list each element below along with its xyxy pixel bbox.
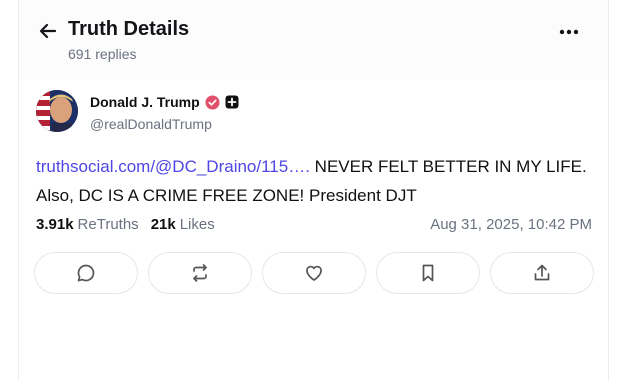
author-handle[interactable]: @realDonaldTrump xyxy=(90,116,212,132)
post-timestamp: Aug 31, 2025, 10:42 PM xyxy=(430,216,592,233)
author-display-name[interactable]: Donald J. Trump xyxy=(90,94,200,110)
bookmark-icon xyxy=(422,264,434,282)
heart-icon xyxy=(306,265,322,281)
share-button[interactable] xyxy=(490,252,594,294)
likes-count: 21k xyxy=(150,216,176,233)
likes-label: Likes xyxy=(179,216,215,233)
plus-badge-icon xyxy=(225,95,239,109)
arrow-left-icon xyxy=(39,23,57,39)
likes-stat[interactable]: 21k Likes xyxy=(151,216,215,233)
like-button[interactable] xyxy=(262,252,366,294)
verified-badge-icon xyxy=(205,95,220,109)
post-body: truthsocial.com/@DC_Draino/115…. NEVER F… xyxy=(36,152,596,210)
reply-count: 691 replies xyxy=(68,46,137,62)
reply-button[interactable] xyxy=(34,252,138,294)
page-title: Truth Details xyxy=(68,18,190,40)
more-dots-icon xyxy=(559,29,579,35)
avatar-image xyxy=(36,90,78,132)
retruths-stat[interactable]: 3.91k ReTruths xyxy=(36,216,139,233)
avatar[interactable] xyxy=(36,90,78,132)
more-options-button[interactable] xyxy=(557,25,581,39)
post-stats: 3.91k ReTruths 21k Likes xyxy=(36,216,215,233)
back-button[interactable] xyxy=(37,20,59,42)
post-detail-panel: Truth Details 691 replies Donald J. Trum… xyxy=(18,0,609,381)
reply-icon xyxy=(77,264,95,282)
author-name-row: Donald J. Trump xyxy=(90,94,239,110)
post-link[interactable]: truthsocial.com/@DC_Draino/115…. xyxy=(36,157,310,176)
retruths-label: ReTruths xyxy=(77,216,139,233)
retruths-count: 3.91k xyxy=(36,216,74,233)
page-header: Truth Details 691 replies xyxy=(19,0,608,80)
bookmark-button[interactable] xyxy=(376,252,480,294)
retruth-icon xyxy=(193,264,207,282)
retruth-button[interactable] xyxy=(148,252,252,294)
share-icon xyxy=(534,264,550,281)
